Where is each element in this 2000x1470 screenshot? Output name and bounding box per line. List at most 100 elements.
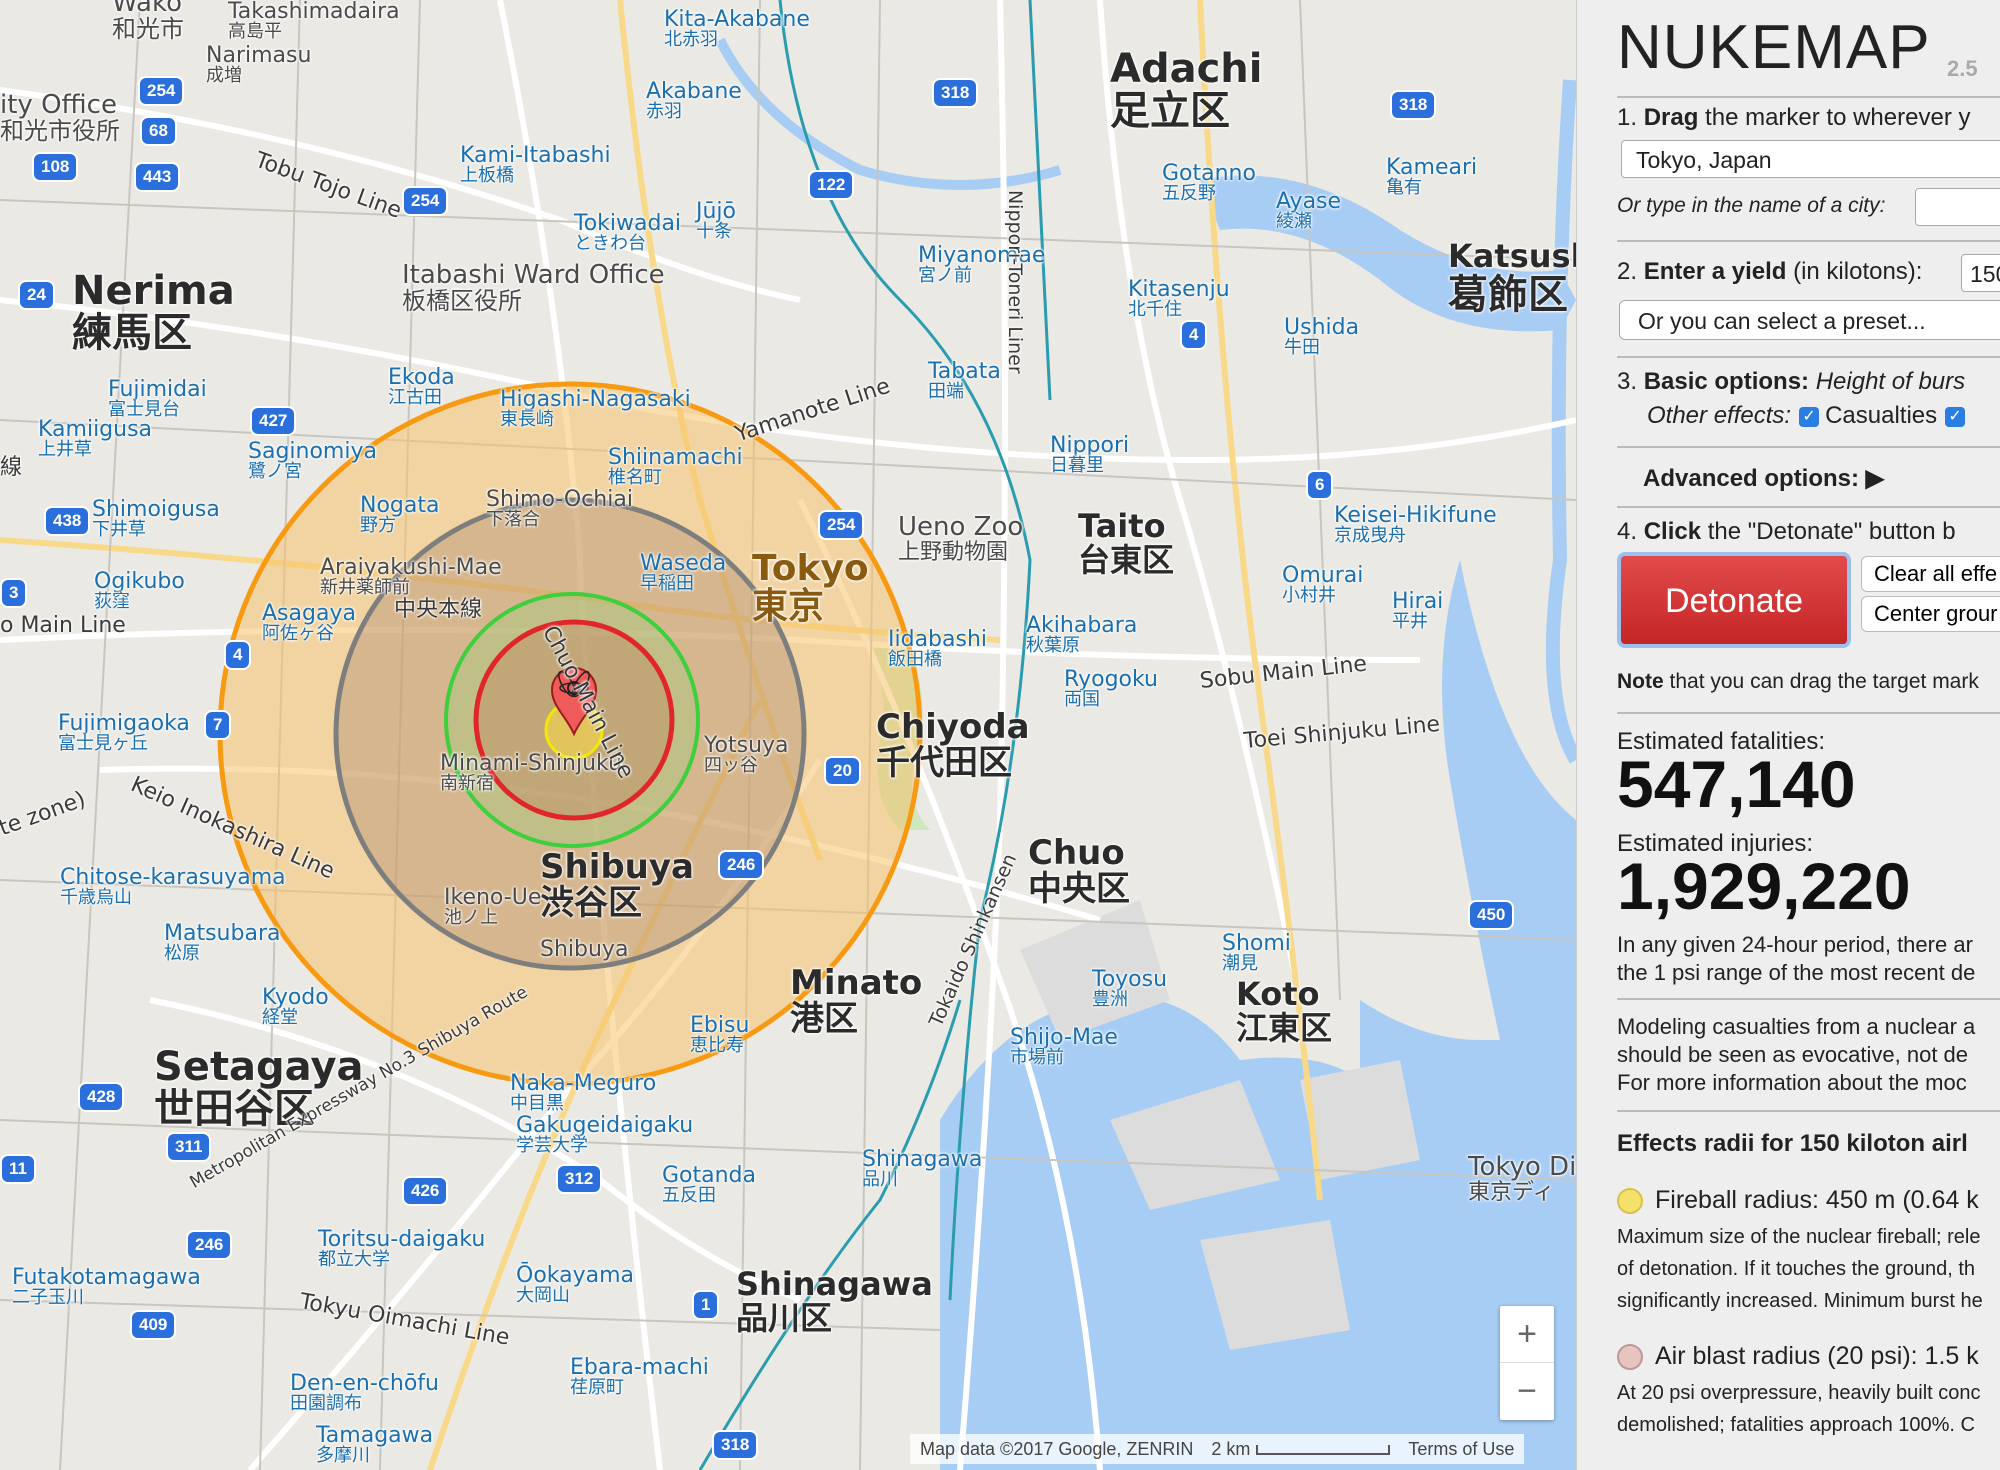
route-shield: 426 xyxy=(402,1176,449,1206)
district-label: Koto 江東区 xyxy=(1236,975,1333,1047)
route-shield: 318 xyxy=(1390,90,1437,120)
city-prompt: Or type in the name of a city: xyxy=(1617,194,1886,217)
map-attribution: Map data ©2017 Google, ZENRIN 2 km Terms… xyxy=(910,1434,1525,1464)
place-label: Nogata 野方 xyxy=(360,493,440,537)
fireball-desc-2: of detonation. If it touches the ground,… xyxy=(1617,1258,1976,1280)
place-label: Narimasu 成増 xyxy=(206,43,312,87)
modeling-text-3: For more information about the moc xyxy=(1617,1070,1967,1095)
line-label: 中央本線 xyxy=(394,597,483,622)
app-title: NUKEMAP xyxy=(1617,13,1931,82)
divider xyxy=(1617,356,2000,358)
place-label: Akabane 赤羽 xyxy=(646,79,742,123)
route-shield: 246 xyxy=(186,1230,233,1260)
place-label: Minami-Shinjuku 南新宿 xyxy=(440,751,623,795)
step1-text: 1. Drag the marker to wherever y xyxy=(1617,104,1971,131)
injuries-value: 1,929,220 xyxy=(1617,849,1911,923)
place-label: Matsubara 松原 xyxy=(164,921,281,965)
place-label: Fujimidai 富士見台 xyxy=(108,377,207,421)
divider xyxy=(1617,96,2000,98)
period-text-1: In any given 24-hour period, there ar xyxy=(1617,932,1973,957)
zoom-in-button[interactable]: + xyxy=(1500,1306,1554,1362)
center-ground-button[interactable]: Center grour xyxy=(1861,596,2000,632)
terms-link[interactable]: Terms of Use xyxy=(1408,1439,1514,1460)
route-shield: 318 xyxy=(932,78,979,108)
route-shield: 450 xyxy=(1468,900,1515,930)
place-label: ity Office 和光市役所 xyxy=(0,90,120,146)
step2-text: 2. Enter a yield (in kilotons): xyxy=(1617,258,1923,285)
preset-select[interactable]: Or you can select a preset... xyxy=(1619,300,2000,340)
route-shield: 254 xyxy=(138,76,185,106)
place-label: Saginomiya 鷺ノ宮 xyxy=(248,439,377,483)
modeling-text-1: Modeling casualties from a nuclear a xyxy=(1617,1014,1976,1039)
line-label: Nippori-Toneri Liner xyxy=(1003,189,1026,374)
divider xyxy=(1617,240,2000,242)
map-view[interactable]: Nerima練馬区 Adachi足立区 Katsushi葛飾区 Taito台東区… xyxy=(0,0,1576,1470)
place-label: Jūjō 十条 xyxy=(696,199,737,243)
district-label: Setagaya 世田谷区 xyxy=(154,1044,364,1132)
place-label: Kami-Itabashi 上板橋 xyxy=(460,143,611,187)
place-label: Takashimadaira 高島平 xyxy=(228,0,400,43)
clear-effects-button[interactable]: Clear all effe xyxy=(1861,556,2000,592)
place-label: Kitasenju 北千住 xyxy=(1128,277,1230,321)
casualties-checkbox[interactable]: ✓ xyxy=(1799,406,1820,427)
place-label: Den-en-chōfu 田園調布 xyxy=(290,1371,439,1415)
place-label: Tamagawa 多摩川 xyxy=(316,1423,434,1467)
route-shield: 20 xyxy=(824,756,861,786)
place-label: Waseda 早稲田 xyxy=(640,551,727,595)
location-input[interactable]: Tokyo, Japan xyxy=(1621,140,2000,178)
place-label: Wako 和光市 xyxy=(112,0,184,44)
route-shield: 427 xyxy=(250,406,297,436)
advanced-options-toggle[interactable]: Advanced options: ▶ xyxy=(1643,464,1884,493)
route-shield: 312 xyxy=(556,1164,603,1194)
period-text-2: the 1 psi range of the most recent de xyxy=(1617,960,1976,985)
place-label: Keisei-Hikifune 京成曳舟 xyxy=(1334,503,1497,547)
district-label: Katsushi葛飾区 xyxy=(1448,237,1576,318)
city-input[interactable] xyxy=(1915,188,2000,226)
place-label: Ushida 牛田 xyxy=(1284,315,1360,359)
route-shield: 1 xyxy=(692,1290,720,1320)
route-shield: 108 xyxy=(32,152,79,182)
place-label: Ebara-machi 荏原町 xyxy=(570,1355,709,1399)
line-label: 線 xyxy=(0,455,23,480)
detonate-button[interactable]: Detonate xyxy=(1617,552,1851,648)
fireball-title: Fireball radius: 450 m (0.64 k xyxy=(1617,1186,1979,1215)
route-shield: 246 xyxy=(718,850,765,880)
place-label: Ryogoku 両国 xyxy=(1064,667,1158,711)
place-label: Shijo-Mae 市場前 xyxy=(1010,1025,1118,1069)
attribution-text: Map data ©2017 Google, ZENRIN xyxy=(920,1438,1194,1459)
route-shield: 443 xyxy=(134,162,181,192)
route-shield: 311 xyxy=(166,1132,212,1162)
airblast-swatch xyxy=(1617,1344,1643,1371)
place-label: Kamiigusa 上井草 xyxy=(38,417,153,461)
route-shield: 11 xyxy=(0,1154,36,1184)
route-shield: 254 xyxy=(818,510,865,540)
route-shield: 254 xyxy=(402,186,449,216)
place-label: Gakugeidaigaku 学芸大学 xyxy=(516,1113,694,1157)
place-label: Shomi 潮見 xyxy=(1222,931,1291,975)
step4-text: 4. Click the "Detonate" button b xyxy=(1617,518,1956,545)
place-label: Ōokayama 大岡山 xyxy=(516,1263,635,1307)
place-label: Asagaya 阿佐ヶ谷 xyxy=(262,601,356,645)
effects-heading: Effects radii for 150 kiloton airl xyxy=(1617,1130,1968,1157)
place-label: Itabashi Ward Office 板橋区役所 xyxy=(402,260,665,316)
route-shield: 318 xyxy=(712,1430,759,1460)
place-label: Shibuya xyxy=(540,937,629,962)
zoom-out-button[interactable]: − xyxy=(1500,1363,1554,1419)
yield-input[interactable]: 150 xyxy=(1961,254,2000,292)
next-checkbox[interactable]: ✓ xyxy=(1945,406,1966,427)
control-panel: NUKEMAP 2.5 1. Drag the marker to wherev… xyxy=(1576,0,2000,1470)
airblast-title: Air blast radius (20 psi): 1.5 k xyxy=(1617,1342,1979,1371)
divider xyxy=(1617,998,2000,1000)
route-shield: 3 xyxy=(0,578,28,608)
place-label: Akihabara 秋葉原 xyxy=(1026,613,1138,657)
place-label: Gotanda 五反田 xyxy=(662,1163,757,1207)
place-label: Kameari 亀有 xyxy=(1386,155,1478,199)
divider xyxy=(1617,506,2000,508)
place-label: Ikeno-Ue 池ノ上 xyxy=(444,885,542,929)
route-shield: 409 xyxy=(130,1310,177,1340)
fireball-swatch xyxy=(1617,1188,1643,1215)
place-label: Kyodo 経堂 xyxy=(262,985,329,1029)
place-label: Gotanno 五反野 xyxy=(1162,161,1256,205)
route-shield: 4 xyxy=(224,640,252,670)
district-label: Minato 港区 xyxy=(790,963,923,1039)
